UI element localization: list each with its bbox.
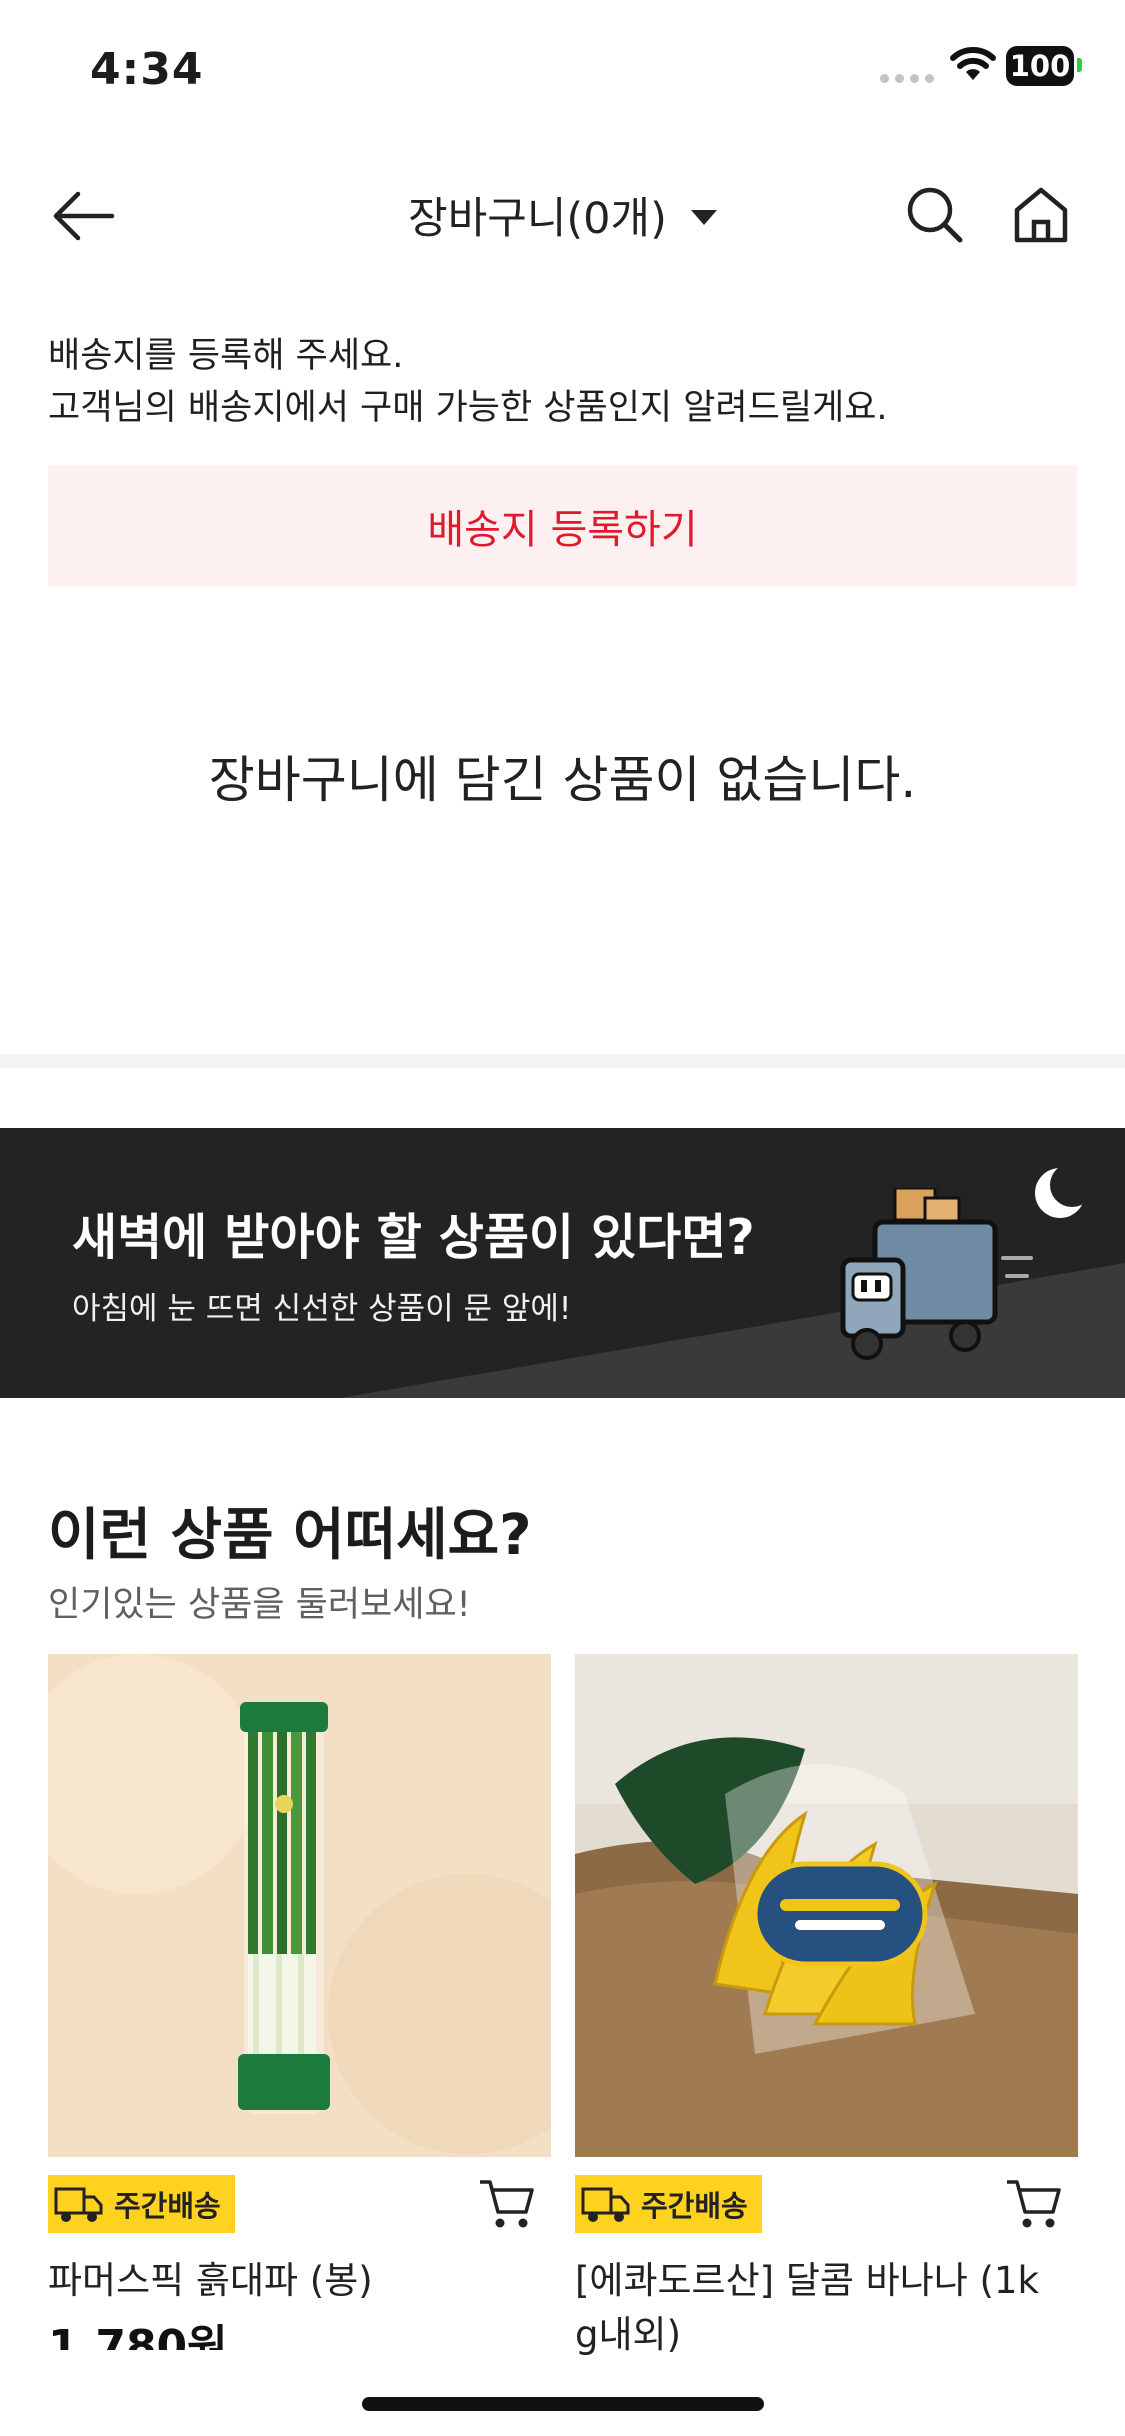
product-image-banana[interactable] [575,1654,1078,2157]
add-to-cart-icon[interactable] [1005,2176,1063,2232]
weekly-delivery-badge: 주간배송 [48,2175,235,2233]
home-icon[interactable] [1012,184,1070,246]
green-onion-illustration [48,1654,551,2157]
section-divider [0,1054,1125,1068]
product-image-green-onion[interactable] [48,1654,551,2157]
truck-badge-icon [54,2187,103,2222]
wifi-icon [950,47,996,80]
product-name[interactable]: [에콰도르산] 달콤 바나나 (1k g내외) [575,2254,1039,2362]
product-name-line2: g내외) [575,2313,682,2356]
product-name-line1: [에콰도르산] 달콤 바나나 (1k [575,2259,1039,2302]
delivery-truck-icon [840,1188,1033,1360]
product-name[interactable]: 파머스픽 흙대파 (봉) [48,2254,373,2308]
address-notice-line2: 고객님의 배송지에서 구매 가능한 상품인지 알려드릴게요. [48,388,888,428]
product-price: 1,780원 [48,2321,228,2350]
address-notice: 배송지를 등록해 주세요. 고객님의 배송지에서 구매 가능한 상품인지 알려드… [48,330,888,434]
dropdown-caret-icon [690,209,717,225]
address-notice-line1: 배송지를 등록해 주세요. [48,336,404,376]
recommendations-subtitle: 인기있는 상품을 둘러보세요! [48,1585,471,1625]
badge-label: 주간배송 [114,2189,221,2223]
cellular-signal-icon [880,74,934,83]
search-icon[interactable] [904,184,966,246]
register-address-button[interactable]: 배송지 등록하기 [48,465,1077,586]
truck-badge-icon [581,2187,630,2222]
weekly-delivery-badge: 주간배송 [575,2175,762,2233]
dawn-delivery-banner[interactable]: 새벽에 받아야 할 상품이 있다면? 아침에 눈 뜨면 신선한 상품이 문 앞에… [0,1128,1125,1398]
product-price-clip: 1,780원 [48,2320,548,2350]
badge-label: 주간배송 [641,2189,748,2223]
page-title: 장바구니(0개) [408,194,667,244]
status-time: 4:34 [90,44,204,95]
moon-icon [1035,1163,1090,1218]
home-indicator [362,2397,764,2411]
banana-illustration [575,1654,1078,2157]
recommendations-title: 이런 상품 어떠세요? [48,1503,532,1568]
battery-indicator: 100 [1006,46,1074,86]
add-to-cart-icon[interactable] [478,2176,536,2232]
banner-subtitle: 아침에 눈 뜨면 신선한 상품이 문 앞에! [72,1291,572,1327]
empty-cart-message: 장바구니에 담긴 상품이 없습니다. [208,751,917,809]
banner-title: 새벽에 받아야 할 상품이 있다면? [72,1209,755,1266]
battery-tip [1077,58,1082,72]
